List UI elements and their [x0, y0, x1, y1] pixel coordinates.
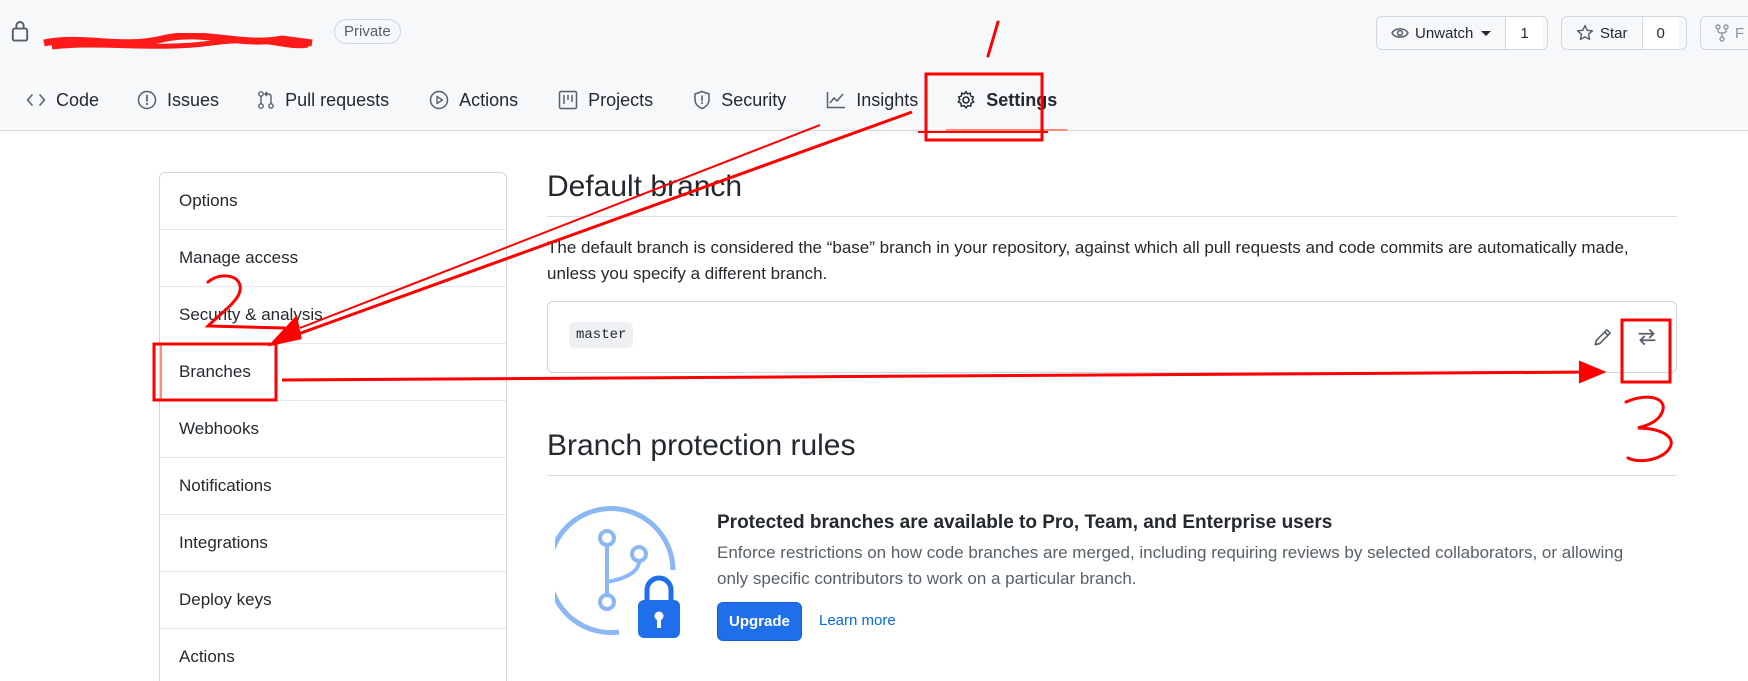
code-icon — [26, 94, 46, 106]
tab-issues[interactable]: Issues — [137, 80, 219, 120]
shield-icon — [694, 90, 710, 110]
branch-lock-illustration — [555, 506, 680, 638]
settings-main: Default branch The default branch is con… — [547, 170, 1677, 674]
upgrade-button[interactable]: Upgrade — [717, 602, 802, 641]
redaction-scribble — [43, 33, 313, 50]
branch-name: master — [569, 322, 634, 348]
chevron-down-icon — [1481, 30, 1492, 36]
tab-label: Actions — [459, 89, 519, 110]
tab-insights[interactable]: Insights — [826, 80, 918, 120]
sidebar-item-options[interactable]: Options — [160, 173, 506, 230]
tab-actions[interactable]: Actions — [429, 80, 518, 120]
star-label: Star — [1600, 24, 1628, 42]
arrow-switch-icon[interactable] — [1636, 326, 1658, 348]
tab-label: Security — [721, 89, 787, 110]
branch-protection-heading: Branch protection rules — [547, 429, 1677, 476]
unwatch-label: Unwatch — [1415, 24, 1474, 42]
repo-header: Private Unwatch 1 Star 0 F Code Issues P… — [0, 0, 1748, 131]
unwatch-button[interactable]: Unwatch — [1377, 17, 1506, 49]
fork-label: F — [1735, 24, 1745, 42]
sidebar-item-actions[interactable]: Actions — [160, 629, 506, 681]
project-icon — [558, 90, 578, 110]
play-icon — [429, 90, 449, 110]
fork-icon — [1715, 24, 1729, 42]
sidebar-item-security-analysis[interactable]: Security & analysis — [160, 287, 506, 344]
tab-label: Issues — [167, 89, 220, 110]
star-count[interactable]: 0 — [1641, 17, 1679, 49]
default-branch-description: The default branch is considered the “ba… — [547, 238, 1629, 283]
tab-label: Pull requests — [285, 89, 390, 110]
pull-request-icon — [258, 91, 274, 109]
sidebar-item-deploy-keys[interactable]: Deploy keys — [160, 572, 506, 629]
pencil-icon[interactable] — [1592, 326, 1614, 348]
tab-label: Settings — [986, 89, 1058, 110]
sidebar-item-branches[interactable]: Branches — [160, 344, 506, 401]
fork-button[interactable]: F — [1701, 17, 1748, 49]
watch-button-group: Unwatch 1 — [1376, 16, 1548, 50]
repo-nav: Code Issues Pull requests Actions Projec… — [26, 80, 1068, 131]
tab-code[interactable]: Code — [26, 80, 99, 120]
default-branch-box: master — [547, 301, 1677, 373]
watch-count[interactable]: 1 — [1505, 17, 1543, 49]
upsell-text: Enforce restrictions on how code branche… — [717, 543, 1624, 588]
sidebar-item-webhooks[interactable]: Webhooks — [160, 401, 506, 458]
star-button-group: Star 0 — [1561, 16, 1687, 50]
eye-icon — [1391, 28, 1409, 38]
fork-button-group: F — [1700, 16, 1748, 50]
sidebar-item-manage-access[interactable]: Manage access — [160, 230, 506, 287]
tab-label: Insights — [856, 89, 919, 110]
tab-label: Projects — [588, 89, 654, 110]
learn-more-link[interactable]: Learn more — [819, 612, 896, 629]
lock-icon — [11, 21, 29, 42]
repo-title: Private — [10, 16, 401, 50]
tab-label: Code — [56, 89, 100, 110]
star-button[interactable]: Star — [1562, 17, 1642, 49]
upsell-title: Protected branches are available to Pro,… — [717, 512, 1333, 533]
sidebar-item-notifications[interactable]: Notifications — [160, 458, 506, 515]
sidebar-item-integrations[interactable]: Integrations — [160, 515, 506, 572]
tab-security[interactable]: Security — [693, 80, 786, 120]
tab-pull-requests[interactable]: Pull requests — [257, 80, 389, 120]
visibility-badge: Private — [334, 18, 401, 44]
star-icon — [1576, 24, 1594, 41]
protected-branches-upsell: Protected branches are available to Pro,… — [547, 504, 1677, 674]
issue-icon — [137, 90, 157, 110]
graph-icon — [826, 92, 846, 109]
default-branch-heading: Default branch — [547, 170, 1677, 217]
tab-projects[interactable]: Projects — [558, 80, 653, 120]
gear-icon — [957, 90, 975, 109]
tab-settings[interactable]: Settings — [946, 80, 1068, 131]
settings-sidebar: Options Manage access Security & analysi… — [159, 172, 507, 681]
